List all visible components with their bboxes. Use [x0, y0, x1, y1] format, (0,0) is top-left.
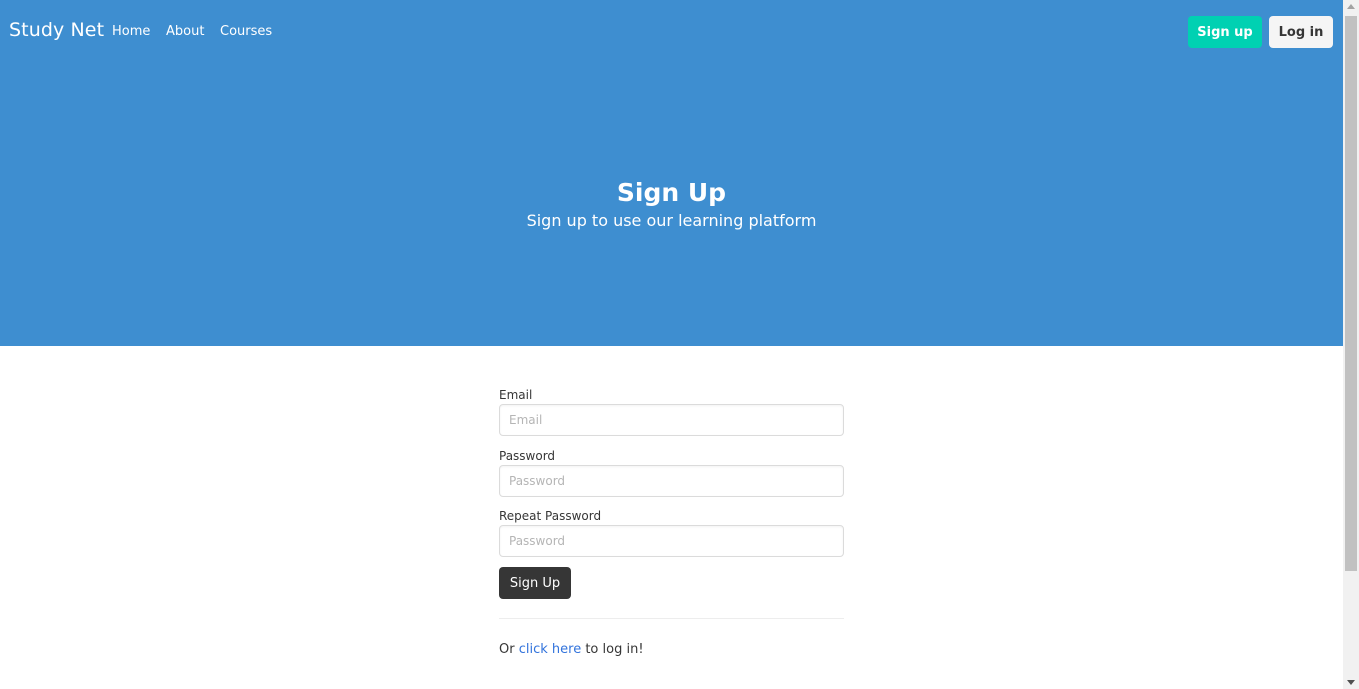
nav-signup-button[interactable]: Sign up: [1188, 16, 1262, 48]
nav-courses-link[interactable]: Courses: [220, 24, 272, 39]
email-label: Email: [499, 388, 533, 402]
brand-logo[interactable]: Study Net: [9, 19, 104, 41]
login-suffix: to log in!: [581, 642, 644, 657]
repeat-password-input[interactable]: [499, 525, 844, 557]
signup-submit-button[interactable]: Sign Up: [499, 567, 571, 599]
repeat-password-label: Repeat Password: [499, 509, 602, 523]
page-subtitle: Sign up to use our learning platform: [526, 211, 817, 230]
page: Study Net Home About Courses Sign up Log…: [0, 0, 1343, 689]
password-label: Password: [499, 449, 556, 463]
email-input[interactable]: [499, 404, 844, 436]
scrollbar-thumb[interactable]: [1345, 16, 1357, 571]
login-link[interactable]: click here: [519, 642, 581, 657]
navbar: Study Net Home About Courses Sign up Log…: [0, 0, 1343, 64]
login-prefix: Or: [499, 642, 519, 657]
password-input[interactable]: [499, 465, 844, 497]
nav-home-link[interactable]: Home: [112, 24, 150, 39]
scroll-down-arrow-icon[interactable]: [1347, 680, 1355, 685]
scroll-up-arrow-icon[interactable]: [1347, 4, 1355, 9]
divider: [499, 618, 844, 619]
page-title: Sign Up: [616, 178, 727, 207]
vertical-scrollbar[interactable]: [1343, 0, 1359, 689]
hero-section: Study Net Home About Courses Sign up Log…: [0, 0, 1343, 346]
nav-login-button[interactable]: Log in: [1269, 16, 1333, 48]
nav-about-link[interactable]: About: [166, 24, 204, 39]
login-prompt: Or click here to log in!: [499, 642, 644, 657]
